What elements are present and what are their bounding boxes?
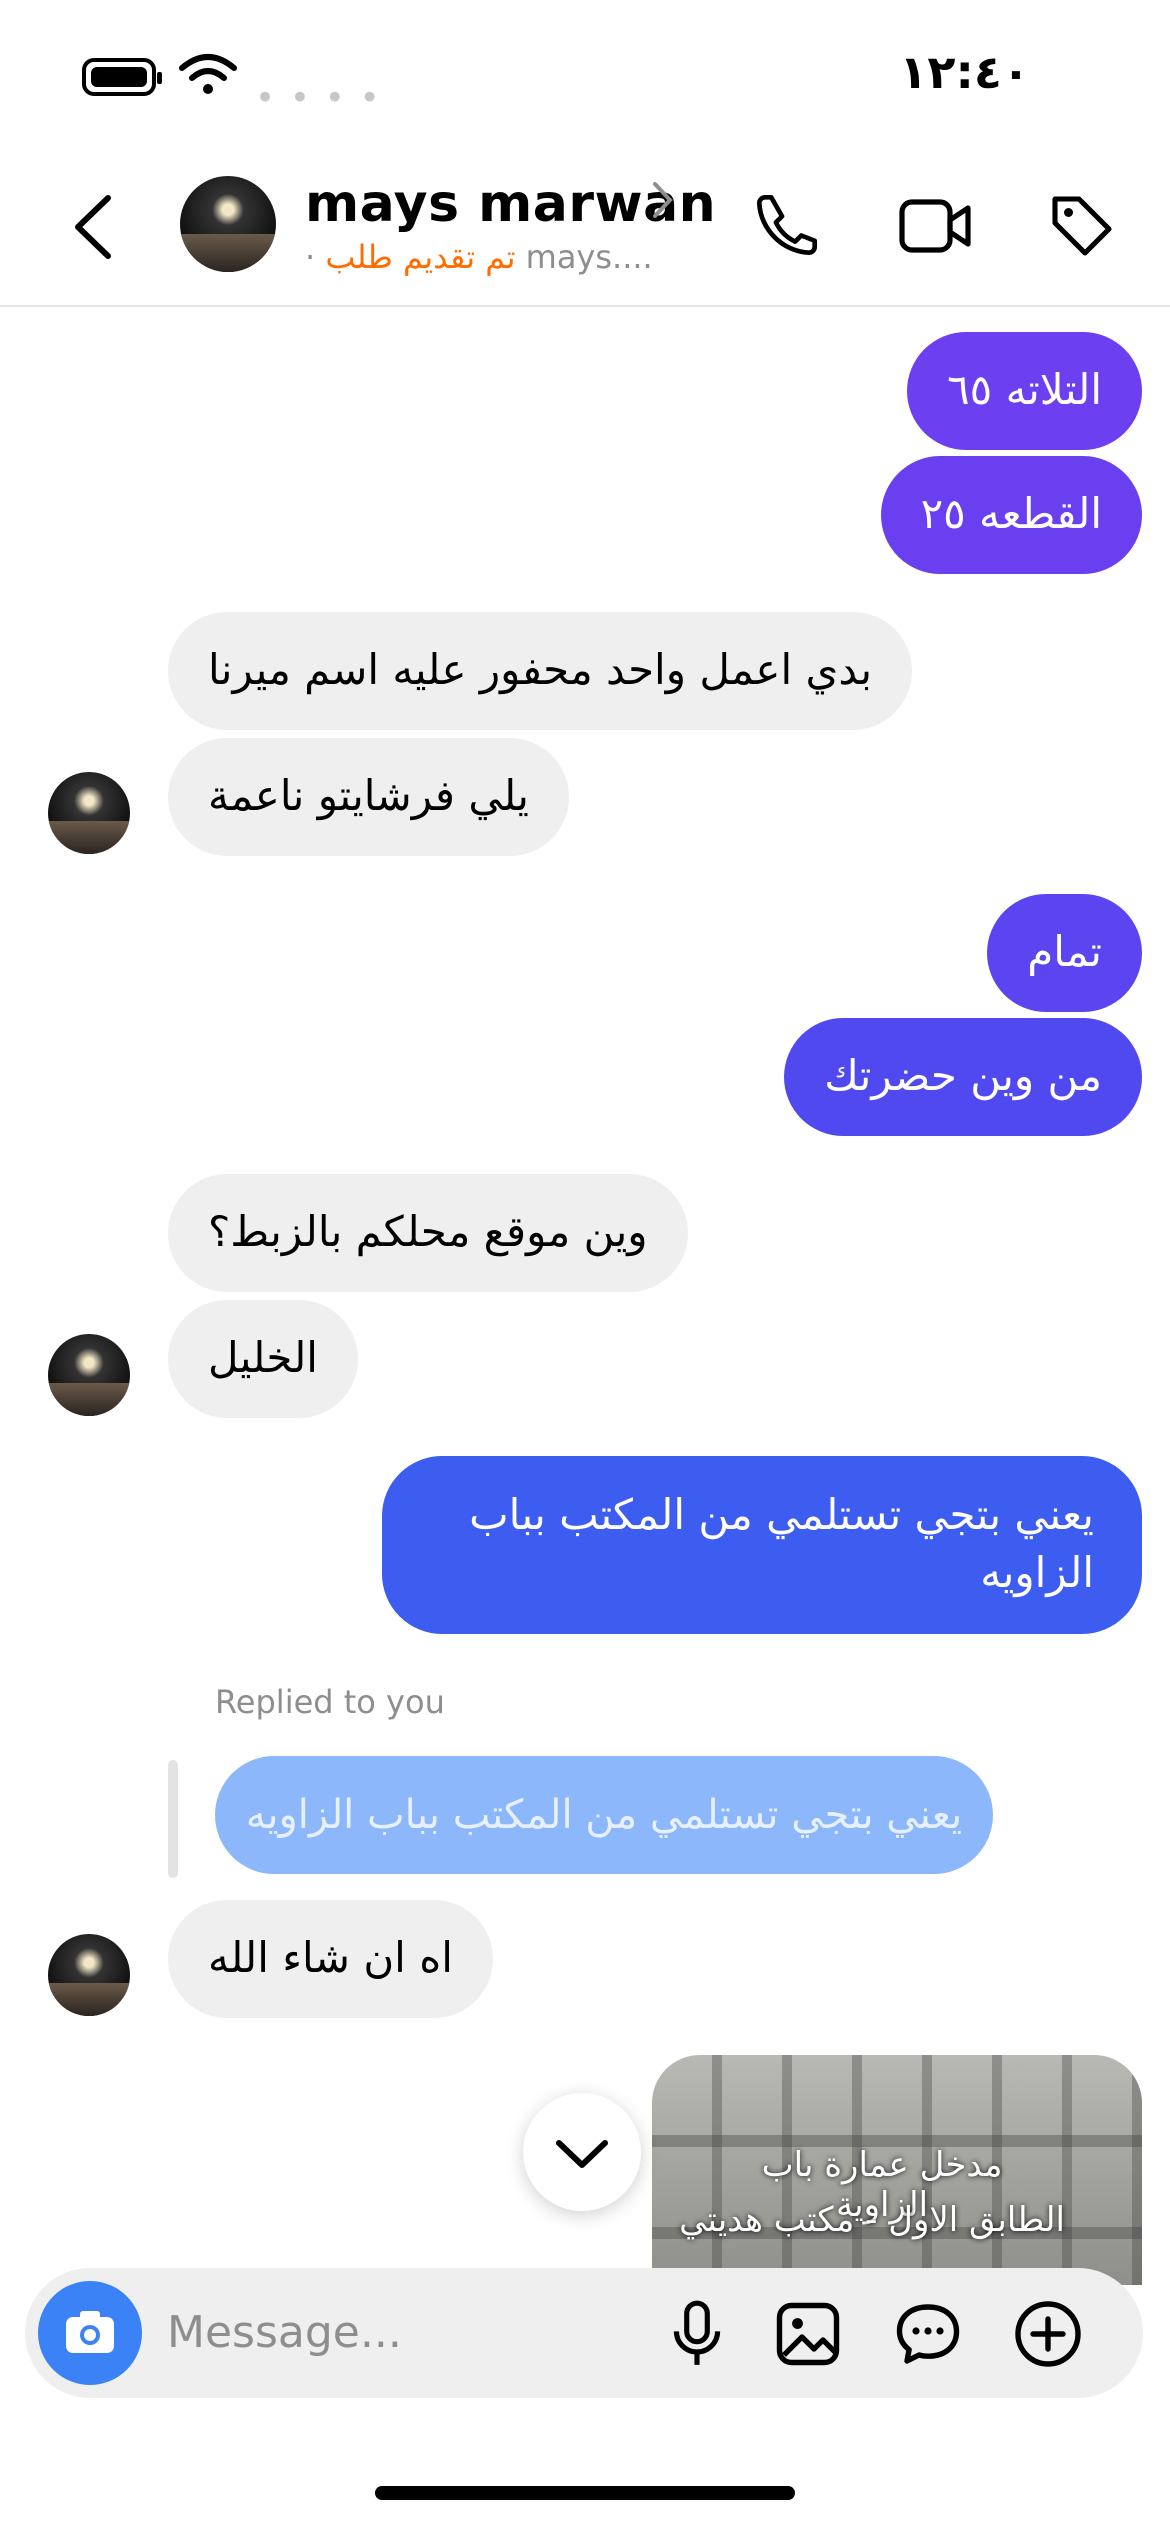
gallery-icon[interactable] [772, 2298, 844, 2374]
message-text: يلي فرشايتو ناعمة [208, 771, 529, 820]
contact-username: mays.... [525, 238, 653, 276]
message-text: تمام [1027, 927, 1102, 976]
incoming-message[interactable]: وين موقع محلكم بالزبط؟ [168, 1174, 688, 1292]
message-text-line: الزاويه [980, 1548, 1094, 1597]
battery-icon [82, 58, 162, 96]
add-plus-icon[interactable] [1012, 2298, 1084, 2374]
contact-avatar[interactable] [48, 1934, 130, 2016]
chevron-right-icon[interactable] [650, 180, 676, 230]
cellular-signal-icon: • • • • [255, 78, 382, 118]
tag-icon[interactable] [1046, 190, 1118, 266]
chevron-down-icon [556, 2140, 608, 2168]
incoming-message[interactable]: يلي فرشايتو ناعمة [168, 738, 569, 856]
outgoing-message[interactable]: من وين حضرتك [784, 1018, 1142, 1136]
header-divider [0, 305, 1170, 307]
contact-avatar[interactable] [48, 1334, 130, 1416]
photo-caption: الطابق الاول - مكتب هديتي [679, 2200, 1065, 2240]
message-text: اه ان شاء الله [208, 1933, 453, 1982]
video-call-icon[interactable] [898, 196, 974, 260]
message-text: وين موقع محلكم بالزبط؟ [208, 1207, 648, 1256]
microphone-icon[interactable] [665, 2298, 729, 2374]
contact-subline: · تم تقديم طلب mays.... [305, 238, 653, 276]
message-text: من وين حضرتك [824, 1051, 1102, 1100]
outgoing-message[interactable]: التلاته ٦٥ [907, 332, 1142, 450]
separator-dot: · [305, 238, 316, 276]
camera-button[interactable] [38, 2281, 142, 2385]
contact-avatar[interactable] [48, 772, 130, 854]
message-text: التلاته ٦٥ [947, 365, 1102, 414]
incoming-message[interactable]: بدي اعمل واحد محفور عليه اسم ميرنا [168, 612, 913, 730]
contact-avatar[interactable] [180, 176, 276, 272]
scroll-to-bottom-button[interactable] [523, 2093, 641, 2211]
camera-icon [66, 2311, 114, 2353]
order-status: تم تقديم طلب [325, 238, 516, 276]
outgoing-message[interactable]: القطعه ٢٥ [880, 456, 1142, 574]
message-input[interactable] [165, 2296, 609, 2368]
outgoing-message[interactable]: يعني بتجي تستلمي من المكتب بباب الزاويه [382, 1456, 1142, 1634]
replied-label: Replied to you [215, 1683, 445, 1721]
message-text: القطعه ٢٥ [920, 489, 1102, 538]
status-time: ١٢:٤٠ [899, 45, 1030, 99]
message-text: الخليل [208, 1333, 318, 1382]
wifi-icon [178, 52, 238, 100]
home-indicator [375, 2486, 795, 2500]
reply-bar [168, 1760, 178, 1878]
incoming-message[interactable]: اه ان شاء الله [168, 1900, 493, 2018]
sticker-icon[interactable] [892, 2298, 964, 2374]
message-text: بدي اعمل واحد محفور عليه اسم ميرنا [208, 645, 873, 694]
incoming-message[interactable]: الخليل [168, 1300, 358, 1418]
phone-call-icon[interactable] [752, 190, 822, 264]
message-text-line: يعني بتجي تستلمي من المكتب بباب [469, 1490, 1094, 1539]
back-arrow-icon[interactable] [68, 192, 118, 266]
outgoing-message[interactable]: تمام [987, 894, 1142, 1012]
reply-quote-bubble[interactable]: يعني بتجي تستلمي من المكتب بباب الزاويه [215, 1756, 993, 1874]
